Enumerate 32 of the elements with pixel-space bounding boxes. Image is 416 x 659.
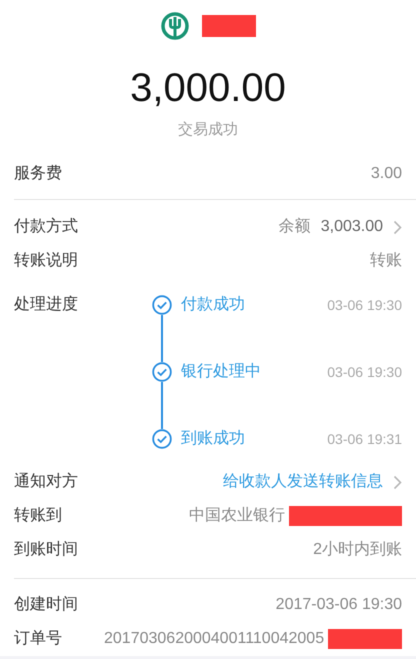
row-value: 转账	[370, 251, 402, 271]
row-label: 服务费	[14, 164, 62, 184]
bank-logo-icon	[160, 12, 188, 40]
redaction-mark	[202, 15, 256, 37]
status-text: 交易成功	[178, 120, 238, 140]
row-value: 3.00	[370, 164, 402, 184]
amount: 3,000.00	[130, 65, 286, 112]
chevron-right-icon	[393, 474, 402, 490]
connector-line	[161, 315, 163, 362]
row-label: 处理进度	[14, 294, 78, 315]
row-label: 通知对方	[14, 472, 78, 492]
step-time: 03-06 19:31	[327, 430, 402, 448]
step-time: 03-06 19:30	[327, 296, 402, 314]
chevron-right-icon	[393, 220, 402, 234]
row-label: 订单号	[14, 630, 62, 647]
row-value: 2017-03-06 19:30	[276, 595, 402, 615]
step-label: 到账成功	[181, 428, 245, 449]
row-value: 2小时内到账	[313, 540, 402, 560]
step-label: 银行处理中	[181, 362, 261, 382]
row-label: 到账时间	[14, 540, 78, 560]
connector-line	[161, 382, 163, 429]
row-label: 付款方式	[14, 216, 78, 237]
payment-method-row[interactable]: 付款方式 余额 3,003.00	[14, 210, 402, 244]
row-label: 转账说明	[14, 251, 78, 271]
row-value: 中国农业银行	[189, 506, 285, 526]
step-label: 付款成功	[181, 294, 245, 315]
step-time: 03-06 19:30	[327, 362, 402, 382]
balance-prefix: 余额	[278, 216, 311, 237]
row-value: 3,003.00	[320, 217, 383, 237]
row-label: 创建时间	[14, 594, 78, 615]
row-value: 2017030620004001110042005	[104, 629, 324, 649]
row-label: 转账到	[14, 507, 62, 524]
